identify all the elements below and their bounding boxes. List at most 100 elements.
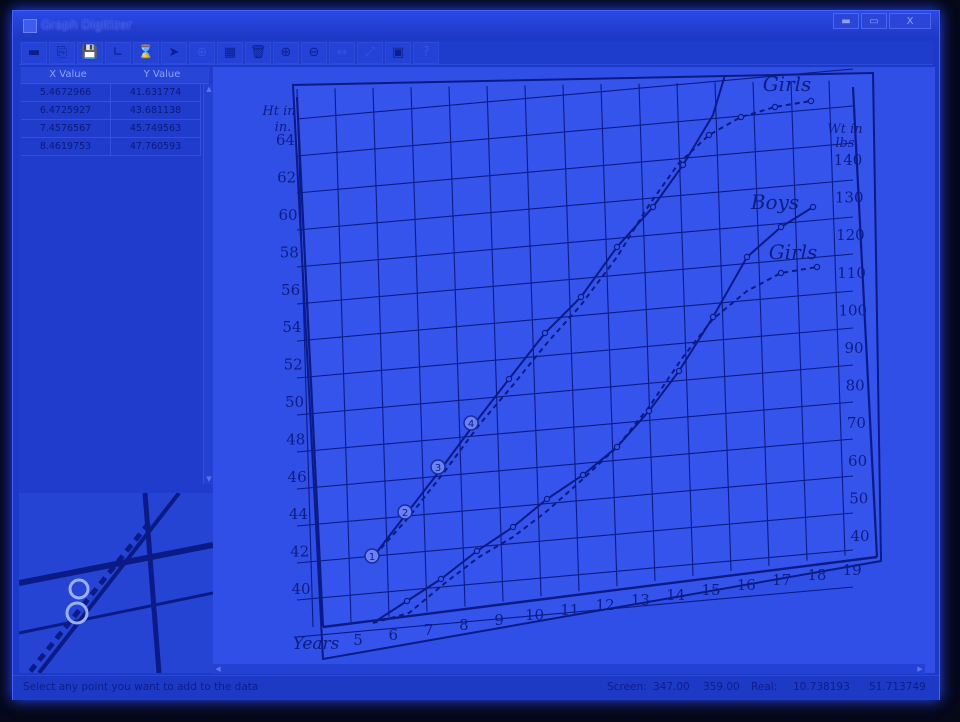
scroll-right-icon[interactable]: ▶ (915, 664, 925, 674)
table-button[interactable]: ▦ (217, 41, 243, 64)
left-tick-label: 44 (289, 505, 308, 523)
minimize-button[interactable]: ▬ (833, 13, 859, 29)
curve-point (777, 223, 785, 231)
real-label: Real: (751, 681, 778, 693)
axis-button[interactable]: ∟ (105, 41, 131, 64)
status-message: Select any point you want to add to the … (23, 681, 259, 693)
left-tick-label: 58 (280, 243, 299, 261)
maximize-button[interactable]: ▭ (861, 13, 887, 29)
curve-point (613, 243, 621, 251)
left-tick-label: 56 (281, 281, 300, 299)
x-value-cell[interactable]: 6.4725927 (21, 102, 111, 119)
digitized-point-number: 1 (369, 552, 375, 563)
select-area-button[interactable]: ▣ (385, 41, 411, 64)
girls-weight-label: Girls (769, 240, 818, 264)
title-bar: Graph Digitizer ▬ ▭ X (13, 11, 939, 39)
curve-point (813, 263, 821, 271)
right-tick-label: 60 (848, 452, 867, 470)
scroll-left-icon[interactable]: ◀ (213, 664, 223, 674)
bottom-tick-label: 10 (525, 606, 544, 624)
table-row[interactable]: 8.4619753 47.760593 (21, 138, 201, 156)
screen-y-value: 359.00 (703, 681, 740, 693)
expand-button[interactable]: ⤢ (357, 41, 383, 64)
calibrate-icon: ⌛ (137, 44, 155, 60)
graph-canvas[interactable]: 40 42 44 46 48 50 52 54 56 58 60 62 64 40 50 60 70 80 90 10… (213, 67, 935, 673)
right-tick-label: 100 (838, 301, 867, 319)
left-tick-label: 60 (278, 206, 297, 224)
data-table: 5.4672966 41.631774 6.4725927 43.681138 7.45… (21, 84, 201, 156)
app-icon (23, 19, 37, 33)
bottom-tick-label: 19 (843, 561, 862, 579)
bottom-tick-label: 18 (807, 566, 826, 584)
curve-point (709, 313, 717, 321)
new-file-button[interactable]: ▬ (21, 41, 47, 64)
y-value-cell[interactable]: 43.681138 (111, 102, 201, 119)
column-header-y[interactable]: Y Value (115, 67, 209, 83)
zoom-in-icon: ⊕ (280, 44, 292, 60)
curve-point (737, 113, 745, 121)
table-row[interactable]: 6.4725927 43.681138 (21, 102, 201, 120)
bottom-tick-label: 14 (666, 586, 685, 604)
digitized-point-number: 3 (435, 463, 441, 474)
y-value-cell[interactable]: 45.749563 (111, 120, 201, 137)
bottom-tick-label: 12 (596, 596, 615, 614)
bottom-tick-label: 16 (737, 576, 756, 594)
x-value-cell[interactable]: 5.4672966 (21, 84, 111, 101)
new-file-icon: ▬ (27, 44, 41, 60)
zoom-out-icon: ⊖ (308, 44, 320, 60)
fit-button[interactable]: ⇔ (329, 41, 355, 64)
save-icon: 💾 (81, 44, 99, 60)
table-icon: ▦ (223, 44, 237, 60)
table-row[interactable]: 7.4576567 45.749563 (21, 120, 201, 138)
right-tick-label: 110 (837, 264, 866, 282)
x-value-cell[interactable]: 8.4619753 (21, 138, 111, 155)
help-button[interactable]: ? (413, 41, 439, 64)
bottom-tick-label: 8 (459, 616, 469, 634)
curve-point (509, 523, 517, 531)
move-button[interactable]: ⊕ (189, 41, 215, 64)
window-controls: ▬ ▭ X (833, 13, 931, 30)
expand-icon: ⤢ (364, 44, 376, 60)
curve-point (541, 329, 549, 337)
bottom-tick-label: 13 (631, 591, 650, 609)
curve-point (649, 203, 657, 211)
open-file-button[interactable]: ⎘ (49, 41, 75, 64)
move-icon: ⊕ (196, 44, 208, 60)
curve-point (613, 443, 621, 451)
pointer-button[interactable]: ➤ (161, 41, 187, 64)
table-row[interactable]: 5.4672966 41.631774 (21, 84, 201, 102)
curve-point (807, 97, 815, 105)
digitized-point-number: 2 (402, 508, 408, 519)
save-button[interactable]: 💾 (77, 41, 103, 64)
magnifier-view (19, 493, 213, 673)
y-value-cell[interactable]: 47.760593 (111, 138, 201, 155)
y-value-cell[interactable]: 41.631774 (111, 84, 201, 101)
bottom-tick-label: 5 (353, 631, 363, 649)
curve-point (675, 367, 683, 375)
fit-icon: ⇔ (336, 44, 348, 60)
right-tick-label: 80 (846, 377, 865, 395)
curve-point (645, 407, 653, 415)
left-axis-unit: in. (275, 120, 292, 135)
pointer-icon: ➤ (168, 44, 180, 60)
canvas-hscrollbar[interactable]: ◀ ▶ (213, 663, 925, 674)
curve-point (743, 253, 751, 261)
window-title: Graph Digitizer (41, 18, 132, 32)
app-window: Graph Digitizer ▬ ▭ X ▬ ⎘ 💾 ∟ ⌛ ➤ ⊕ ▦ 🗑 ⊕ ⊖ ⇔ ⤢ ▣? X … (12, 10, 940, 700)
curve-point (505, 375, 513, 383)
bottom-tick-label: 15 (701, 581, 720, 599)
zoom-in-button[interactable]: ⊕ (273, 41, 299, 64)
close-button[interactable]: X (889, 13, 931, 29)
graph-image[interactable]: 4042444648505254565860626440506070809010… (213, 67, 935, 673)
curve-point (577, 293, 585, 301)
calibrate-button[interactable]: ⌛ (133, 41, 159, 64)
left-axis-unit: Ht in (261, 104, 295, 119)
right-tick-label: 70 (847, 414, 866, 432)
bottom-tick-label: 11 (560, 601, 579, 619)
right-tick-label: 140 (834, 151, 863, 169)
column-header-x[interactable]: X Value (21, 67, 115, 83)
zoom-out-button[interactable]: ⊖ (301, 41, 327, 64)
delete-button[interactable]: 🗑 (245, 41, 271, 64)
x-value-cell[interactable]: 7.4576567 (21, 120, 111, 137)
digitized-point-number: 4 (468, 419, 474, 430)
